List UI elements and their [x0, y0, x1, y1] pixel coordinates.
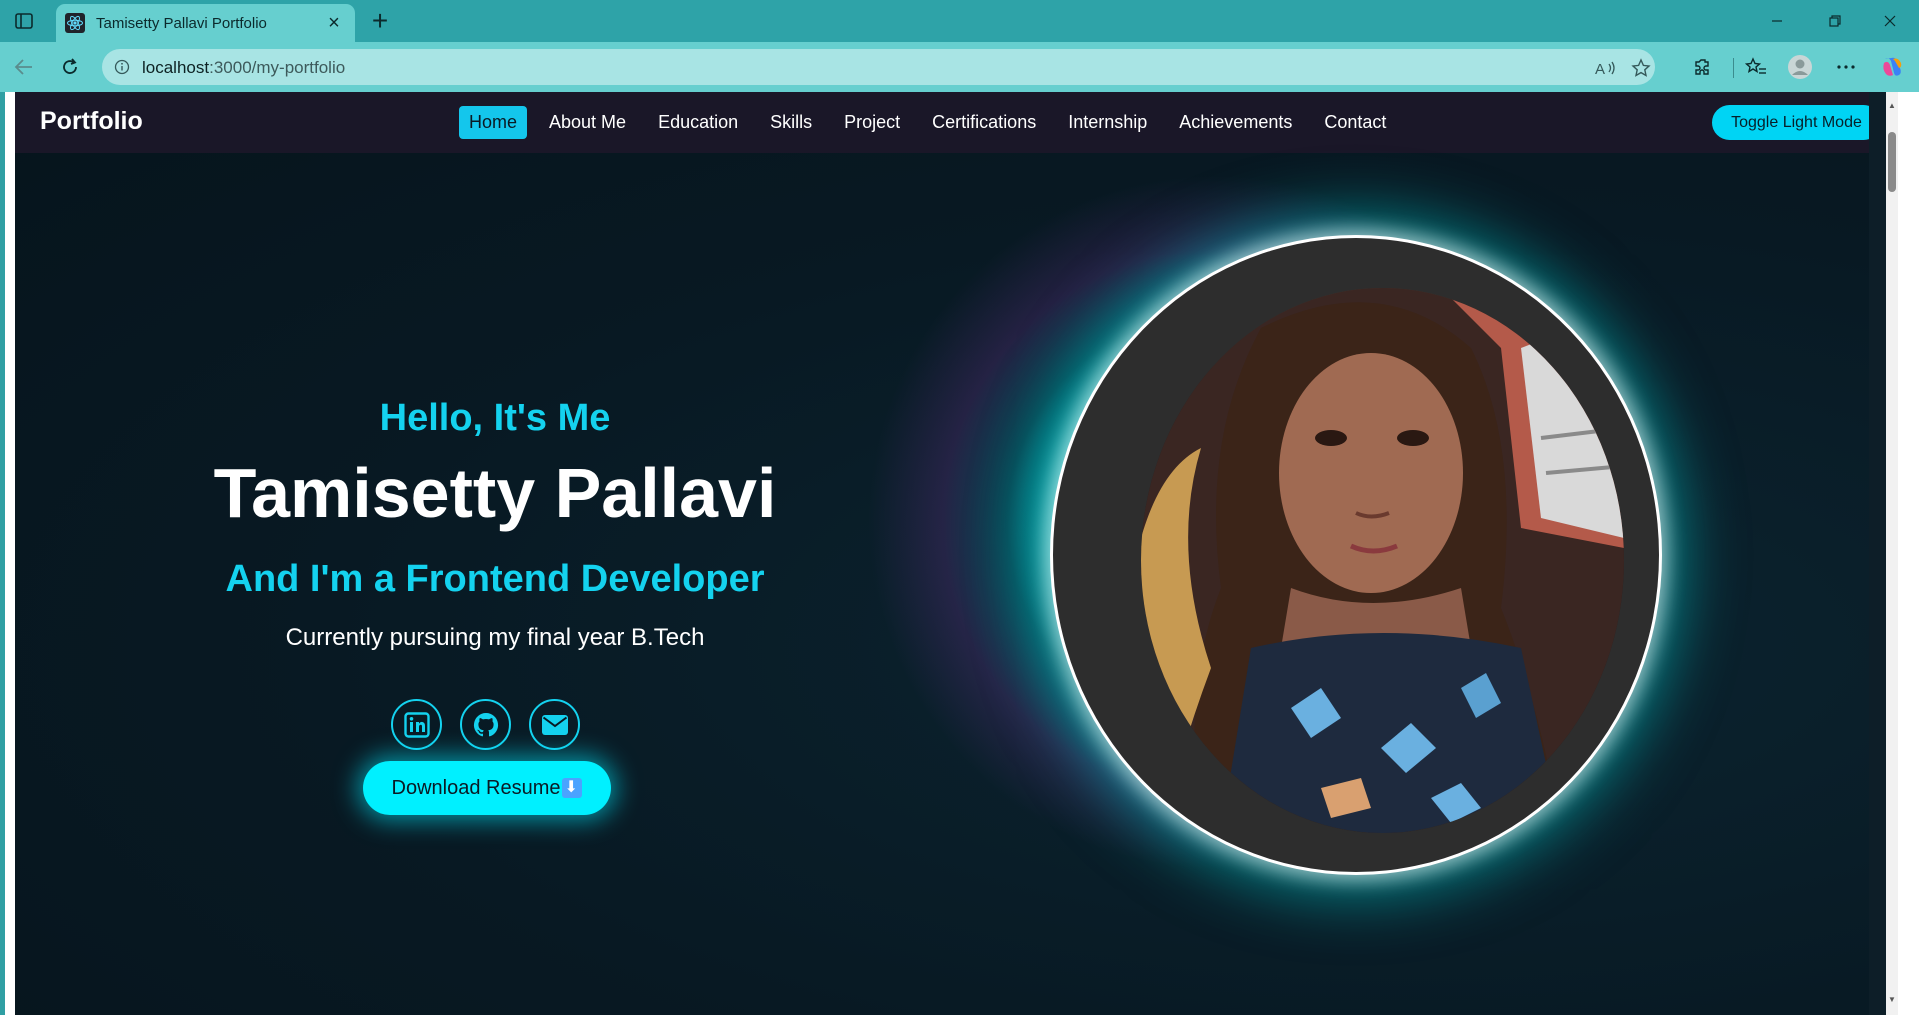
url-path: :3000/my-portfolio [209, 58, 346, 77]
nav-link-certifications[interactable]: Certifications [922, 106, 1046, 139]
nav-link-project[interactable]: Project [834, 106, 910, 139]
profile-photo [1141, 288, 1624, 833]
scrollbar-track[interactable] [1886, 92, 1898, 1015]
brand-logo[interactable]: Portfolio [40, 107, 143, 136]
hero-intro: Hello, It's Me Tamisetty Pallavi And I'm… [15, 153, 975, 1015]
page-right-edge [1869, 92, 1886, 1015]
nav-links: Home About Me Education Skills Project C… [459, 106, 1408, 139]
tab-title: Tamisetty Pallavi Portfolio [96, 14, 267, 32]
extensions-icon[interactable] [1688, 51, 1720, 83]
back-icon[interactable] [8, 51, 40, 83]
download-resume-label: Download Resume [391, 776, 561, 799]
more-options-icon[interactable] [1830, 51, 1862, 83]
hero-name: Tamisetty Pallavi [213, 454, 777, 532]
nav-link-skills[interactable]: Skills [760, 106, 822, 139]
close-window-icon[interactable] [1861, 0, 1919, 42]
github-icon[interactable] [460, 699, 511, 750]
svg-text:A: A [1595, 61, 1605, 77]
favorites-icon[interactable] [1740, 51, 1772, 83]
close-tab-icon[interactable]: × [321, 10, 347, 36]
refresh-icon[interactable] [54, 51, 86, 83]
hero-greeting: Hello, It's Me [379, 397, 611, 439]
toggle-theme-button[interactable]: Toggle Light Mode [1712, 105, 1869, 140]
scroll-down-icon[interactable]: ▼ [1886, 992, 1898, 1006]
url-text[interactable]: localhost:3000/my-portfolio [142, 58, 345, 78]
nav-link-achievements[interactable]: Achievements [1169, 106, 1302, 139]
browser-toolbar: localhost:3000/my-portfolio A [0, 42, 1919, 92]
read-aloud-icon[interactable]: A [1593, 55, 1619, 81]
scrollbar-thumb[interactable] [1888, 132, 1896, 192]
site-info-icon[interactable] [112, 57, 132, 77]
nav-link-home[interactable]: Home [459, 106, 528, 139]
hero-role: And I'm a Frontend Developer [225, 558, 765, 600]
favorite-star-icon[interactable] [1628, 55, 1654, 81]
minimize-icon[interactable] [1748, 0, 1806, 42]
profile-avatar-icon[interactable] [1784, 51, 1816, 83]
nav-link-education[interactable]: Education [648, 106, 748, 139]
nav-link-contact[interactable]: Contact [1314, 106, 1396, 139]
react-icon [64, 12, 86, 34]
address-bar[interactable]: localhost:3000/my-portfolio A [102, 49, 1655, 85]
site-navbar: Portfolio Home About Me Education Skills… [15, 92, 1869, 153]
tab-actions-icon[interactable] [10, 9, 38, 33]
email-icon[interactable] [529, 699, 580, 750]
download-arrow-icon [562, 777, 583, 798]
social-links [391, 699, 580, 750]
browser-tab[interactable]: Tamisetty Pallavi Portfolio × [56, 4, 355, 42]
portfolio-page: Portfolio Home About Me Education Skills… [15, 92, 1869, 1015]
new-tab-icon[interactable]: + [364, 5, 396, 36]
url-host: localhost [142, 58, 210, 77]
page-viewport: Portfolio Home About Me Education Skills… [5, 92, 1919, 1015]
browser-tab-bar: Tamisetty Pallavi Portfolio × + [0, 0, 1919, 42]
linkedin-icon[interactable] [391, 699, 442, 750]
nav-link-internship[interactable]: Internship [1058, 106, 1157, 139]
copilot-icon[interactable] [1876, 51, 1908, 83]
nav-link-about[interactable]: About Me [539, 106, 636, 139]
hero-subtitle: Currently pursuing my final year B.Tech [285, 624, 705, 651]
restore-icon[interactable] [1806, 0, 1864, 42]
download-resume-button[interactable]: Download Resume [363, 761, 611, 815]
scroll-up-icon[interactable]: ▲ [1886, 98, 1898, 112]
toolbar-divider [1733, 58, 1734, 78]
